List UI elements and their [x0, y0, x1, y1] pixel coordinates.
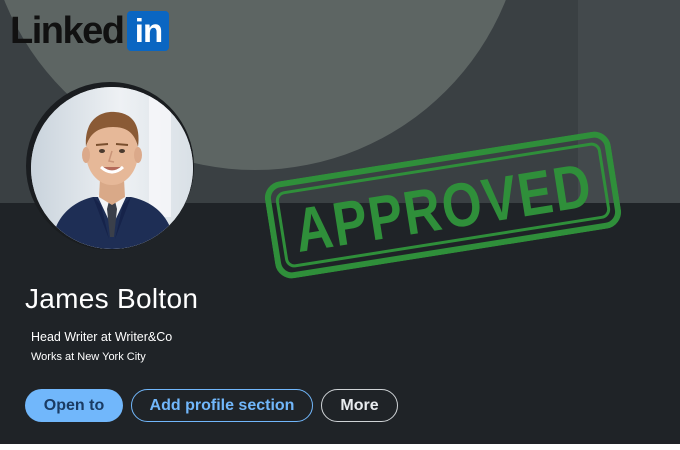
open-to-button[interactable]: Open to: [25, 389, 123, 422]
profile-name: James Bolton: [25, 283, 199, 314]
more-button[interactable]: More: [321, 389, 398, 422]
avatar[interactable]: [31, 87, 193, 249]
logo-in-box: in: [127, 11, 170, 51]
logo-wordmark: Linked: [10, 10, 125, 52]
linkedin-logo-icon[interactable]: Linked in: [10, 10, 170, 52]
profile-headline: Head Writer at Writer&Co: [31, 330, 173, 344]
profile-card: Linked in APPROVED James Bolton Head Wri…: [0, 0, 680, 444]
avatar-portrait: [31, 87, 193, 249]
add-profile-section-button[interactable]: Add profile section: [131, 389, 313, 422]
profile-location: Works at New York City: [31, 351, 146, 363]
